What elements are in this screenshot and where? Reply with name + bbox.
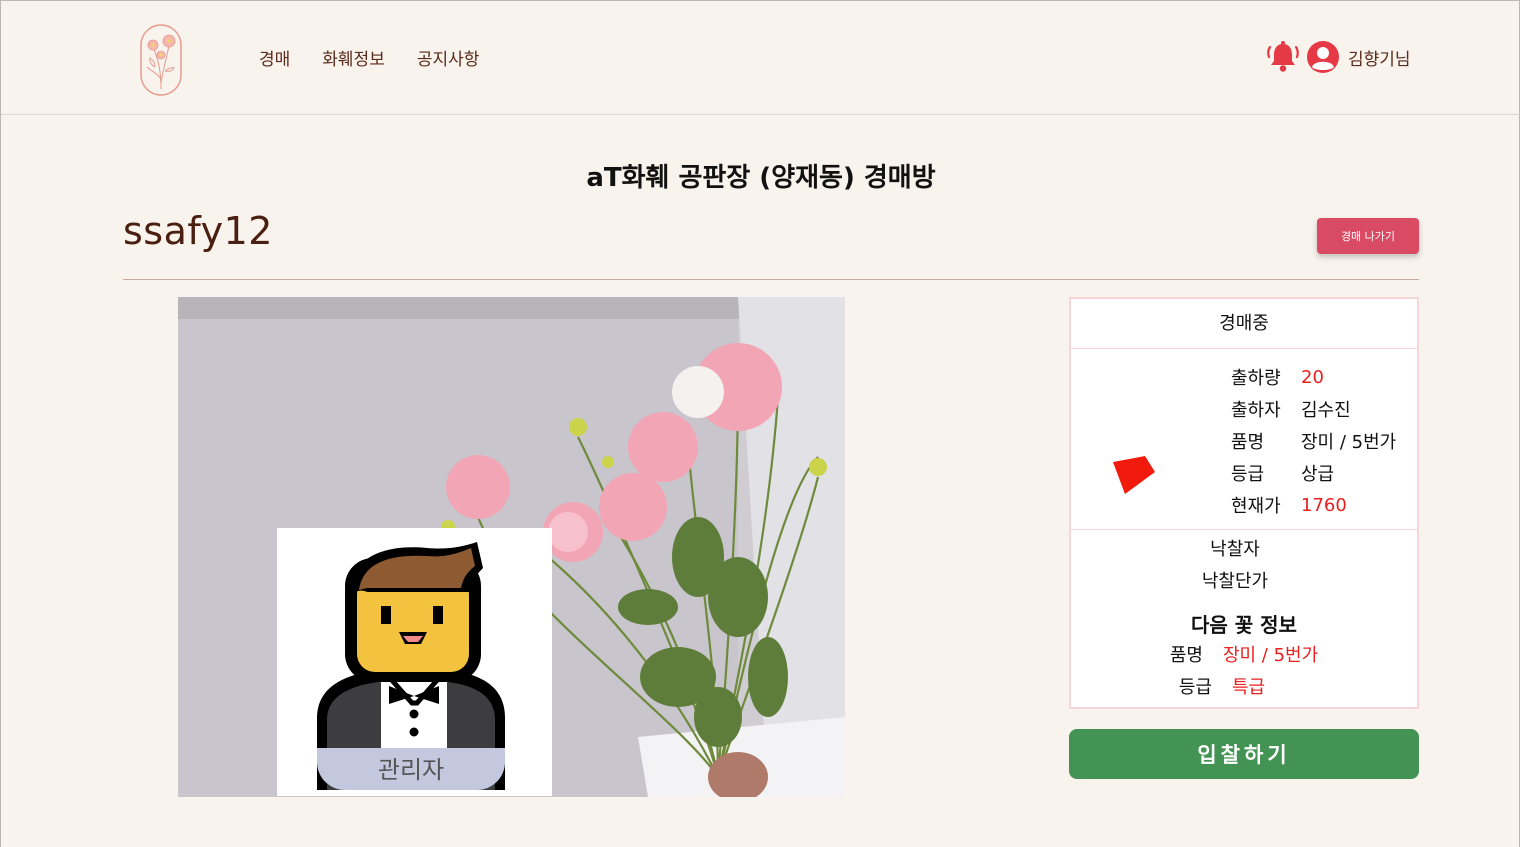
user-avatar-icon[interactable] [1306,40,1340,74]
admin-video-tile: 관리자 [277,528,552,796]
room-title: aT화훼 공판장 (양재동) 경매방 [586,163,936,193]
exit-auction-button[interactable]: 경매 나가기 [1317,218,1419,254]
next-grade-label: 등급 [1178,677,1212,698]
bid-button[interactable]: 입찰하기 [1069,729,1419,779]
winner-label: 낙찰자 [1210,539,1260,560]
app-window: 경매 화훼정보 공지사항 김향기님 aT화훼 공판장 (양재동) 경매방 ssa… [0,0,1520,847]
panel-divider [1071,529,1417,530]
detail-label: 등급 [1231,464,1265,485]
detail-label: 품명 [1231,432,1265,453]
detail-value: 1760 [1301,494,1347,516]
detail-row-item: 품명 장미 / 5번가 [1231,425,1396,457]
detail-value: 20 [1301,366,1324,388]
admin-label: 관리자 [317,748,505,790]
nav-link-auction[interactable]: 경매 [259,45,290,70]
detail-row-current-price: 현재가 1760 [1231,489,1396,521]
next-grade-row: 등급 특급 [1049,673,1395,699]
divider [123,279,1419,280]
nav-link-notices[interactable]: 공지사항 [417,45,480,70]
next-item-value: 장미 / 5번가 [1222,645,1319,666]
main-nav: 경매 화훼정보 공지사항 [259,45,479,70]
next-grade-value: 특급 [1232,677,1266,698]
timer-wedge-icon [1113,456,1155,494]
detail-value: 장미 / 5번가 [1301,432,1397,453]
user-name[interactable]: 김향기님 [1348,45,1411,70]
auction-status: 경매중 [1071,299,1417,349]
top-navigation-bar: 경매 화훼정보 공지사항 김향기님 [1,1,1520,115]
winning-price-label: 낙찰단가 [1201,571,1269,592]
detail-row-shipper: 출하자 김수진 [1231,393,1396,425]
detail-label: 출하량 [1231,368,1281,389]
detail-row-quantity: 출하량 20 [1231,361,1396,393]
nav-link-flower-info[interactable]: 화훼정보 [322,45,385,70]
auction-info-panel: 경매중 출하량 20 출하자 김수진 품명 장미 / 5번가 등급 상급 현재가… [1069,297,1419,709]
detail-label: 출하자 [1231,400,1281,421]
flower-logo-icon[interactable] [139,23,183,97]
participant-name: ssafy12 [123,209,273,253]
detail-row-grade: 등급 상급 [1231,457,1396,489]
next-item-row: 품명 장미 / 5번가 [1071,641,1417,667]
detail-label: 현재가 [1231,496,1281,517]
auction-details: 출하량 20 출하자 김수진 품명 장미 / 5번가 등급 상급 현재가 176… [1231,361,1396,521]
next-flower-title: 다음 꽃 정보 [1191,613,1297,637]
detail-value: 상급 [1301,464,1335,485]
bell-icon[interactable] [1266,39,1300,75]
next-item-label: 품명 [1169,645,1203,666]
detail-value: 김수진 [1301,400,1351,421]
user-area: 김향기님 [1266,39,1411,75]
